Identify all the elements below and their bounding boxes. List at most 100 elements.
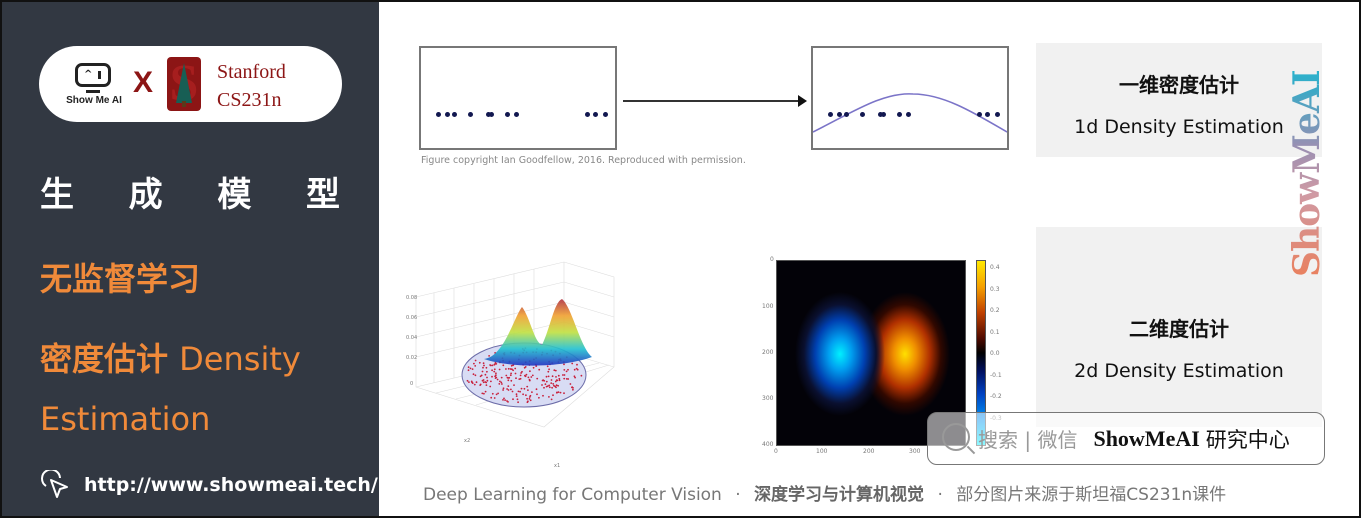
search-banner[interactable]: 搜索 | 微信 ShowMeAI 研究中心 [927,412,1325,465]
sample-point [497,392,499,395]
sample-point [471,368,474,370]
topic-density-en: Density [179,340,301,378]
sample-point [511,390,514,393]
3d-density-plot: 0.08 0.06 0.04 0.02 0 x2 x1 [406,261,615,469]
sample-point [435,112,441,117]
sample-point [493,397,496,399]
sample-point [563,374,566,376]
sample-point [484,390,487,393]
search-brand: ShowMeAI [1093,425,1200,451]
sample-point [480,374,483,377]
label-2d-cn: 二维度估计 [1129,317,1229,341]
sample-point [535,388,538,391]
sample-point [572,388,574,391]
title-char: 生 [40,175,74,215]
label-1d-cn: 一维密度估计 [1119,73,1239,97]
sample-point [548,384,551,387]
sample-point [517,390,520,393]
cursor-click-icon [41,470,68,498]
sample-point [836,112,842,117]
sample-point [542,394,544,397]
sample-point [472,373,475,376]
label-1d: 一维密度估计 1d Density Estimation [1036,43,1322,157]
sample-point [984,112,990,117]
title-char: 型 [305,175,340,215]
label-1d-en: 1d Density Estimation [1074,116,1284,138]
title-char: 成 [128,175,163,215]
sample-point [556,391,558,394]
sample-point [510,379,513,382]
sample-point [550,398,553,401]
sample-point [547,375,550,378]
sample-point [507,385,510,387]
sample-point [493,363,496,366]
sample-point [501,383,503,385]
sample-point [515,395,518,397]
sample-point [491,364,494,367]
sample-point [518,378,521,380]
sample-point [498,383,501,385]
topic-density-cn: 密度估计 [40,340,169,378]
sample-point [843,112,849,117]
sample-point [541,384,543,386]
sample-point [489,364,491,366]
label-2d: 二维度估计 2d Density Estimation [1036,227,1322,427]
logo-banner: ^ Show Me AI X S Stanford CS231n [39,46,342,122]
sample-point [483,392,485,395]
stanford-name: Stanford [217,61,286,83]
website-url[interactable]: http://www.showmeai.tech/ [84,474,378,496]
sample-point [550,382,553,384]
sample-point [486,376,488,379]
sample-point [502,387,505,390]
sample-point [516,398,519,401]
sample-point [576,368,579,371]
sample-point [493,368,496,371]
sample-point [576,363,578,366]
sample-point [557,391,560,393]
y-tick: 200 [762,349,774,356]
sample-point [565,370,568,373]
sample-point [543,386,545,389]
sample-point [502,399,504,401]
sample-point [474,359,477,362]
main-content: Figure copyright Ian Goodfellow, 2016. R… [379,2,1359,516]
sample-point [529,394,532,397]
sample-point [493,370,496,373]
sample-point [553,369,556,372]
x-tick: 200 [863,448,875,455]
sample-point [567,368,569,371]
sample-point [519,374,522,377]
sample-point [467,112,473,117]
showmeai-logo: ^ Show Me AI [61,60,127,110]
sample-point [573,368,576,371]
sample-point [547,370,550,373]
sample-point [548,396,550,398]
1d-samples-plot [419,46,617,150]
sample-point [527,389,529,391]
robot-screen-icon: ^ [75,63,111,87]
course-code: CS231n [217,89,282,111]
sample-point [538,396,540,399]
website-link[interactable]: http://www.showmeai.tech/ [40,470,378,500]
sample-point [525,394,527,397]
sample-point [502,364,505,367]
sample-point [512,369,514,372]
sample-point [514,112,520,117]
sample-point [510,364,513,367]
sample-point [546,365,549,368]
topic-estimation: Estimation [40,400,211,438]
sample-point [536,377,539,380]
footer-course-en: Deep Learning for Computer Vision [423,485,722,505]
sample-point [466,379,469,382]
sample-point [580,374,583,377]
sample-point [528,398,531,400]
sample-point [500,376,503,379]
footer-dot: · [735,485,741,505]
sample-point [563,377,566,380]
sample-point [521,370,523,373]
sample-point [526,397,528,400]
stanford-course: Stanford CS231n [217,58,286,114]
sample-point [517,401,519,404]
sample-point [490,380,492,383]
collab-x: X [133,66,154,99]
